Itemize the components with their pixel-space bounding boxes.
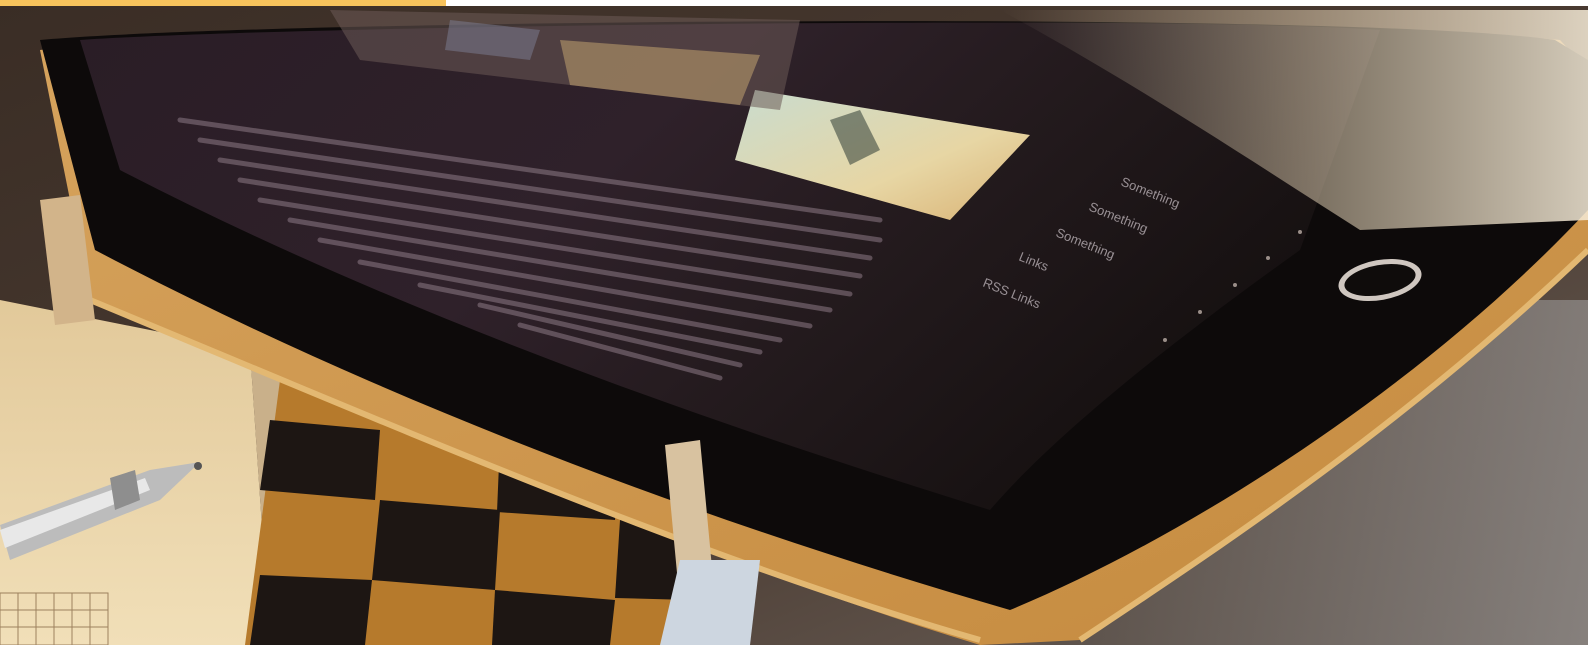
top-accent-bar (0, 0, 446, 6)
photo-scene: Something Something Something Links RSS … (0, 0, 1588, 645)
photo-illustration: Something Something Something Links RSS … (0, 0, 1588, 645)
top-white-bar (446, 0, 1588, 6)
